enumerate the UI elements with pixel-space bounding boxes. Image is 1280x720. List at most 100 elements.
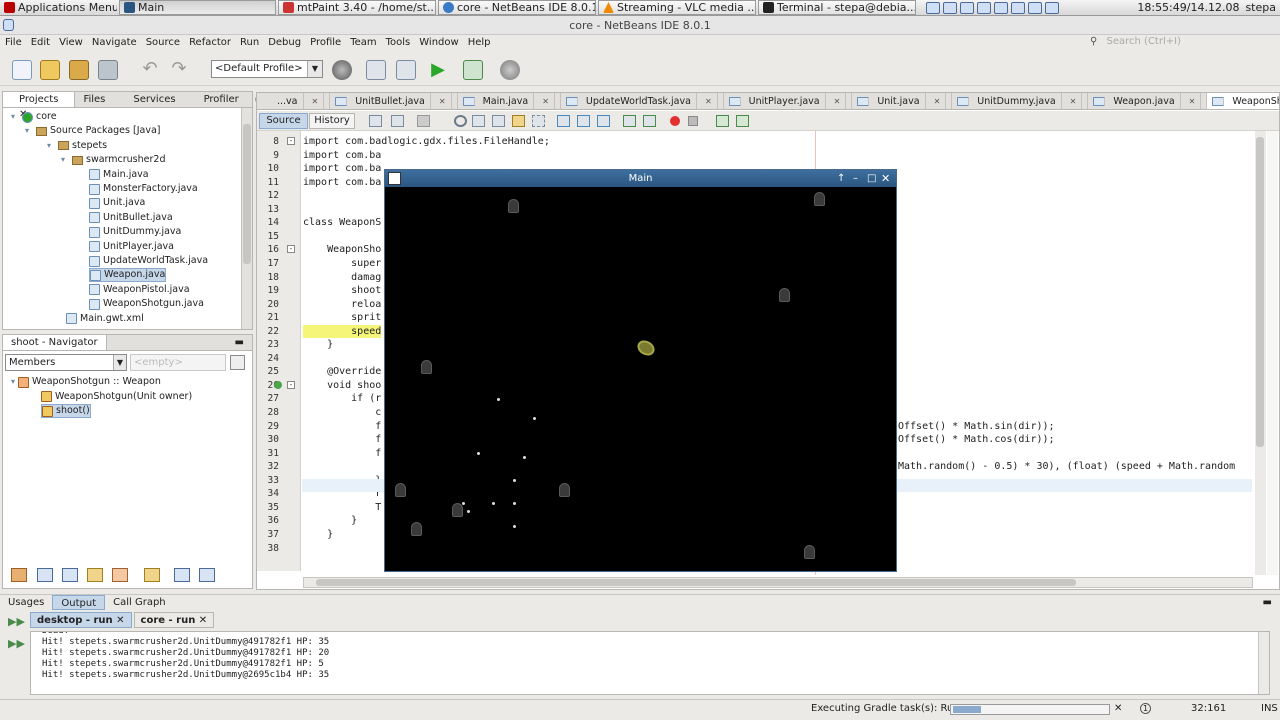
output-text[interactable]: Dead! Hit! stepets.swarmcrusher2d.UnitDum… <box>30 631 1270 695</box>
tray-display-icon[interactable] <box>1011 1 1025 14</box>
filter-fields-icon[interactable] <box>11 568 27 582</box>
close-icon[interactable]: ✕ <box>116 615 124 626</box>
code-line[interactable]: f <box>303 420 381 433</box>
code-line[interactable]: f <box>303 433 381 446</box>
menu-refactor[interactable]: Refactor <box>184 35 235 51</box>
menu-window[interactable]: Window <box>414 35 462 51</box>
fold-icon[interactable]: - <box>287 245 295 254</box>
code-line[interactable]: WeaponSho <box>303 243 381 256</box>
menu-profile[interactable]: Profile <box>305 35 345 51</box>
code-line[interactable]: import com.ba <box>303 162 381 175</box>
task-netbeans[interactable]: core - NetBeans IDE 8.0.1 <box>438 0 596 15</box>
editor-tab[interactable]: UpdateWorldTask.java ✕ <box>561 93 724 109</box>
tree-file-item[interactable]: Unit.java <box>89 196 145 210</box>
code-line[interactable]: c <box>303 406 381 419</box>
tree-file-item[interactable]: UnitPlayer.java <box>89 240 174 254</box>
rerun-options-icon[interactable]: ▶▶ <box>8 637 25 650</box>
close-icon[interactable]: ✕ <box>1184 93 1202 109</box>
code-line[interactable]: import com.ba <box>303 176 381 189</box>
tray-volume-icon[interactable] <box>977 1 991 14</box>
start-macro-icon[interactable] <box>670 116 680 126</box>
comment-icon[interactable] <box>716 115 729 127</box>
save-all-icon[interactable] <box>98 60 118 80</box>
uncomment-icon[interactable] <box>736 115 749 127</box>
menu-tools[interactable]: Tools <box>381 35 415 51</box>
chevron-down-icon[interactable]: ▼ <box>307 61 322 77</box>
menu-source[interactable]: Source <box>141 35 184 51</box>
close-icon[interactable]: ✕ <box>1065 93 1083 109</box>
tray-graph-icon[interactable] <box>960 1 974 14</box>
tree-file-item[interactable]: WeaponPistol.java <box>89 283 190 297</box>
editor-tab[interactable]: Main.java ✕ <box>458 93 561 109</box>
maximize-arrow-icon[interactable]: ↑ <box>837 170 845 187</box>
tab-files[interactable]: Files <box>75 92 113 107</box>
tree-file-item[interactable]: Weapon.java <box>89 268 167 283</box>
find-prev-icon[interactable] <box>472 115 485 127</box>
new-file-icon[interactable] <box>12 60 32 80</box>
editor-tab[interactable]: UnitPlayer.java ✕ <box>724 93 853 109</box>
code-line[interactable]: import com.badlogic.gdx.files.FileHandle… <box>303 135 550 148</box>
filter-lock-icon[interactable] <box>87 568 103 582</box>
tray-update-icon[interactable] <box>1045 1 1059 14</box>
tray-network-icon[interactable] <box>943 1 957 14</box>
cancel-task-icon[interactable]: ✕ <box>1114 700 1122 718</box>
expand-icon[interactable]: ▾ <box>11 375 15 389</box>
menu-file[interactable]: File <box>0 35 26 51</box>
output-line[interactable]: Hit! stepets.swarmcrusher2d.UnitDummy@49… <box>42 648 1269 659</box>
output-line[interactable]: Hit! stepets.swarmcrusher2d.UnitDummy@49… <box>42 659 1269 670</box>
members-select[interactable]: Members ▼ <box>5 354 127 371</box>
filter-nonpublic-icon[interactable] <box>62 568 78 582</box>
find-icon[interactable] <box>454 115 467 127</box>
code-line[interactable]: reloa <box>303 298 381 311</box>
code-line-fragment[interactable]: Math.random() - 0.5) * 30), (float) (spe… <box>898 460 1235 473</box>
toggle-bookmark-icon[interactable] <box>597 115 610 127</box>
maximize-icon[interactable]: □ <box>867 170 876 187</box>
game-canvas[interactable] <box>385 187 896 571</box>
game-window[interactable]: Main ↑ – □ ✕ <box>384 169 897 572</box>
editor-tab[interactable]: UnitDummy.java ✕ <box>952 93 1089 109</box>
tab-call-graph[interactable]: Call Graph <box>105 595 174 610</box>
scrollbar-thumb[interactable] <box>243 124 251 264</box>
code-line[interactable]: if (r <box>303 392 381 405</box>
menu-team[interactable]: Team <box>345 35 380 51</box>
close-icon[interactable]: ✕ <box>929 93 947 109</box>
back-icon[interactable] <box>391 115 404 127</box>
code-line-fragment[interactable]: Offset() * Math.cos(dir)); <box>898 433 1055 446</box>
tree-folder-item[interactable]: ▾ Source Packages [Java] <box>25 124 160 138</box>
close-icon[interactable]: ✕ <box>307 93 325 109</box>
minimize-icon[interactable]: ▬ <box>1255 595 1280 610</box>
search-input[interactable]: Search (Ctrl+I) <box>1107 36 1181 47</box>
tree-scrollbar[interactable] <box>241 108 252 329</box>
menu-help[interactable]: Help <box>463 35 495 51</box>
tree-file-item[interactable]: MonsterFactory.java <box>89 182 198 196</box>
sort-name-icon[interactable] <box>174 568 190 582</box>
task-vlc[interactable]: Streaming - VLC media ... <box>598 0 756 15</box>
code-line[interactable]: import com.ba <box>303 149 381 162</box>
clock[interactable]: 18:55:49/14.12.08 <box>1137 1 1245 14</box>
user-name[interactable]: stepa <box>1245 1 1280 14</box>
navigator-title[interactable]: shoot - Navigator <box>3 335 107 350</box>
tree-file-item[interactable]: UpdateWorldTask.java <box>89 254 208 268</box>
editor-tab[interactable]: Unit.java ✕ <box>852 93 953 109</box>
navigator-item[interactable]: WeaponShotgun(Unit owner) <box>41 390 192 404</box>
output-line[interactable]: Hit! stepets.swarmcrusher2d.UnitDummy@26… <box>42 670 1269 681</box>
debug-icon[interactable] <box>463 60 483 80</box>
clean-build-icon[interactable] <box>366 60 386 80</box>
stop-macro-icon[interactable] <box>688 116 698 126</box>
fold-icon[interactable]: - <box>287 137 295 145</box>
menu-debug[interactable]: Debug <box>263 35 305 51</box>
run-icon[interactable]: ▶ <box>428 60 448 80</box>
scrollbar-thumb[interactable] <box>316 579 1076 586</box>
tab-profiler[interactable]: Profiler <box>184 92 247 107</box>
tree-folder-item[interactable]: ▾ core <box>11 110 57 124</box>
code-line[interactable]: } <box>303 338 333 351</box>
code-line[interactable]: } <box>303 514 357 527</box>
profile-run-icon[interactable] <box>500 60 520 80</box>
tree-file-item[interactable]: Main.java <box>89 168 149 182</box>
editor-tab[interactable]: WeaponShotgun.java✕ <box>1207 93 1279 109</box>
tree-file-item[interactable]: Main.gwt.xml <box>55 312 144 326</box>
code-line[interactable]: T <box>303 501 381 514</box>
close-icon[interactable]: ✕ <box>199 615 207 626</box>
minimize-icon[interactable]: – <box>853 170 858 187</box>
code-line[interactable]: sprit <box>303 311 381 324</box>
